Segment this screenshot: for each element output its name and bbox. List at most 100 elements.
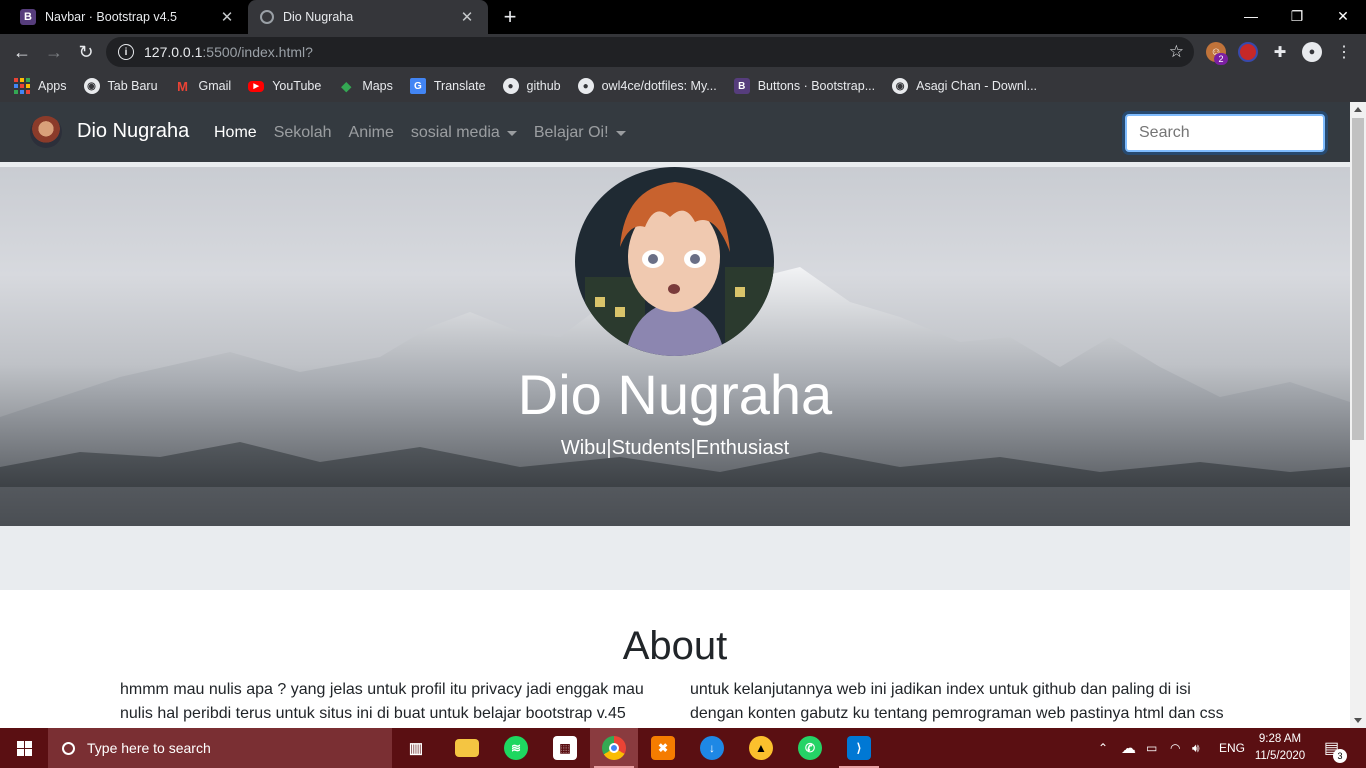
profile-avatar-icon[interactable]: ●	[1302, 42, 1322, 62]
wifi-icon[interactable]: ◠	[1170, 728, 1180, 768]
about-text-left: hmmm mau nulis apa ? yang jelas untuk pr…	[120, 681, 644, 722]
globe-icon: ◉	[892, 78, 909, 94]
bookmark-owl4ce-dotfiles[interactable]: ● owl4ce/dotfiles: My...	[577, 78, 717, 94]
xampp-icon[interactable]: ✖	[651, 736, 675, 760]
extension-badge: 2	[1214, 53, 1228, 65]
maps-icon: ⬥	[341, 77, 352, 94]
bookmark-label: Maps	[362, 79, 393, 93]
close-icon[interactable]: ✕	[218, 8, 236, 26]
about-text-right: untuk kelanjutannya web ini jadikan inde…	[690, 681, 1224, 722]
minimize-button[interactable]: —	[1228, 0, 1274, 32]
jumbotron: Dio Nugraha Wibu|Students|Enthusiast	[0, 162, 1350, 590]
onedrive-icon[interactable]: ☁	[1121, 728, 1136, 768]
search-input[interactable]	[1125, 114, 1325, 152]
gmail-icon: M	[177, 78, 188, 94]
anime-portrait	[575, 167, 774, 356]
page-scrollbar[interactable]	[1350, 102, 1366, 728]
nav-home[interactable]: Home	[214, 124, 257, 142]
language-indicator[interactable]: ENG	[1219, 728, 1245, 768]
browser-toolbar: ← → ↻ i 127.0.0.1:5500/index.html? ☆ ☺ ✚…	[0, 34, 1366, 70]
new-tab-button[interactable]: +	[498, 5, 522, 29]
windows-taskbar: Type here to search ▥ ≋ ▦ ✖ ↓ ▲ ✆ ⟩ ⌃ ☁ …	[0, 728, 1366, 768]
whatsapp-icon[interactable]: ✆	[798, 736, 822, 760]
taskbar-clock[interactable]: 9:28 AM 11/5/2020	[1252, 731, 1308, 765]
apps-grid-icon	[14, 78, 30, 94]
restore-button[interactable]: ❐	[1274, 0, 1320, 32]
tab-dio-nugraha[interactable]: Dio Nugraha ✕	[248, 0, 488, 34]
translate-icon: G	[409, 78, 426, 94]
tab-title: Navbar · Bootstrap v4.5	[45, 10, 178, 24]
nav-sekolah[interactable]: Sekolah	[274, 124, 332, 142]
file-explorer-icon[interactable]	[455, 739, 479, 757]
back-icon[interactable]: ←	[9, 39, 35, 65]
notification-count-badge: 3	[1333, 749, 1347, 763]
nav-sosial-media-dropdown[interactable]: sosial media	[411, 124, 517, 142]
nav-belajar-dropdown[interactable]: Belajar Oi!	[534, 124, 626, 142]
bookmark-translate[interactable]: G Translate	[409, 78, 486, 94]
taskbar-search-placeholder: Type here to search	[87, 740, 211, 756]
bookmark-label: Gmail	[198, 79, 232, 93]
forward-icon[interactable]: →	[41, 39, 67, 65]
youtube-icon: ▶	[248, 80, 265, 92]
url-text[interactable]: 127.0.0.1:5500/index.html?	[144, 44, 313, 60]
brand-avatar[interactable]	[30, 116, 62, 148]
nav-anime[interactable]: Anime	[349, 124, 394, 142]
bookmark-label: Tab Baru	[107, 79, 158, 93]
caret-down-icon	[615, 130, 626, 136]
bookmark-gmail[interactable]: M Gmail	[175, 78, 232, 94]
bookmark-label: github	[526, 79, 561, 93]
nav-links: Home Sekolah Anime sosial media Belajar …	[214, 124, 643, 142]
globe-icon: ◉	[83, 78, 100, 94]
scroll-thumb[interactable]	[1352, 118, 1364, 440]
bootstrap-icon: B	[733, 78, 750, 94]
github-icon: ●	[502, 78, 519, 94]
search-icon	[62, 741, 75, 755]
adblock-extension-icon[interactable]	[1238, 42, 1258, 62]
tray-chevron-icon[interactable]: ⌃	[1098, 728, 1108, 768]
page-viewport: Dio Nugraha Home Sekolah Anime sosial me…	[0, 102, 1366, 728]
scroll-down-icon[interactable]	[1354, 718, 1362, 723]
task-view-icon[interactable]: ▥	[404, 736, 428, 760]
bookmark-asagi-chan[interactable]: ◉ Asagi Chan - Downl...	[892, 78, 1037, 94]
volume-icon[interactable]: 🔊︎	[1192, 728, 1200, 768]
battery-icon[interactable]: ▭	[1146, 728, 1157, 768]
bookmark-youtube[interactable]: ▶ YouTube	[248, 79, 321, 93]
store-icon[interactable]: ▦	[553, 736, 577, 760]
bookmark-buttons-bootstrap[interactable]: B Buttons · Bootstrap...	[733, 78, 875, 94]
close-window-button[interactable]: ✕	[1320, 0, 1366, 32]
tab-title: Dio Nugraha	[283, 10, 354, 24]
reload-icon[interactable]: ↻	[73, 39, 99, 65]
address-bar[interactable]: i 127.0.0.1:5500/index.html? ☆	[106, 37, 1194, 67]
navbar-brand[interactable]: Dio Nugraha	[77, 120, 189, 143]
bookmark-label: YouTube	[272, 79, 322, 93]
download-manager-icon[interactable]: ↓	[700, 736, 724, 760]
scroll-up-icon[interactable]	[1354, 107, 1362, 112]
vscode-icon[interactable]: ⟩	[847, 736, 871, 760]
chrome-icon[interactable]	[602, 736, 626, 760]
bookmark-tab-baru[interactable]: ◉ Tab Baru	[83, 78, 158, 94]
start-button[interactable]	[0, 728, 48, 768]
extensions-puzzle-icon[interactable]: ✚	[1270, 42, 1290, 62]
bootstrap-icon: B	[20, 9, 36, 25]
close-icon[interactable]: ✕	[458, 8, 476, 26]
tab-bootstrap-navbar[interactable]: B Navbar · Bootstrap v4.5 ✕	[8, 0, 248, 34]
github-icon: ●	[577, 78, 594, 94]
tab-strip: B Navbar · Bootstrap v4.5 ✕ Dio Nugraha …	[0, 0, 1366, 34]
caret-down-icon	[506, 130, 517, 136]
bookmarks-bar: Apps ◉ Tab Baru M Gmail ▶ YouTube ⬥ Maps…	[0, 70, 1366, 102]
bookmark-maps[interactable]: ⬥ Maps	[338, 77, 393, 94]
taskbar-search[interactable]: Type here to search	[48, 728, 392, 768]
bookmark-apps[interactable]: Apps	[14, 78, 67, 94]
bookmark-star-icon[interactable]: ☆	[1169, 42, 1184, 62]
bookmark-label: owl4ce/dotfiles: My...	[601, 79, 717, 93]
bookmark-github[interactable]: ● github	[502, 78, 561, 94]
info-icon[interactable]: i	[118, 44, 134, 60]
clock-time: 9:28 AM	[1258, 733, 1302, 745]
hero-tagline: Wibu|Students|Enthusiast	[560, 437, 790, 459]
site-navbar: Dio Nugraha Home Sekolah Anime sosial me…	[0, 102, 1350, 162]
menu-kebab-icon[interactable]: ⋮	[1334, 42, 1354, 62]
clock-date: 11/5/2020	[1254, 750, 1306, 762]
bookmark-label: Asagi Chan - Downl...	[916, 79, 1038, 93]
spotify-icon[interactable]: ≋	[504, 736, 528, 760]
alert-app-icon[interactable]: ▲	[749, 736, 773, 760]
